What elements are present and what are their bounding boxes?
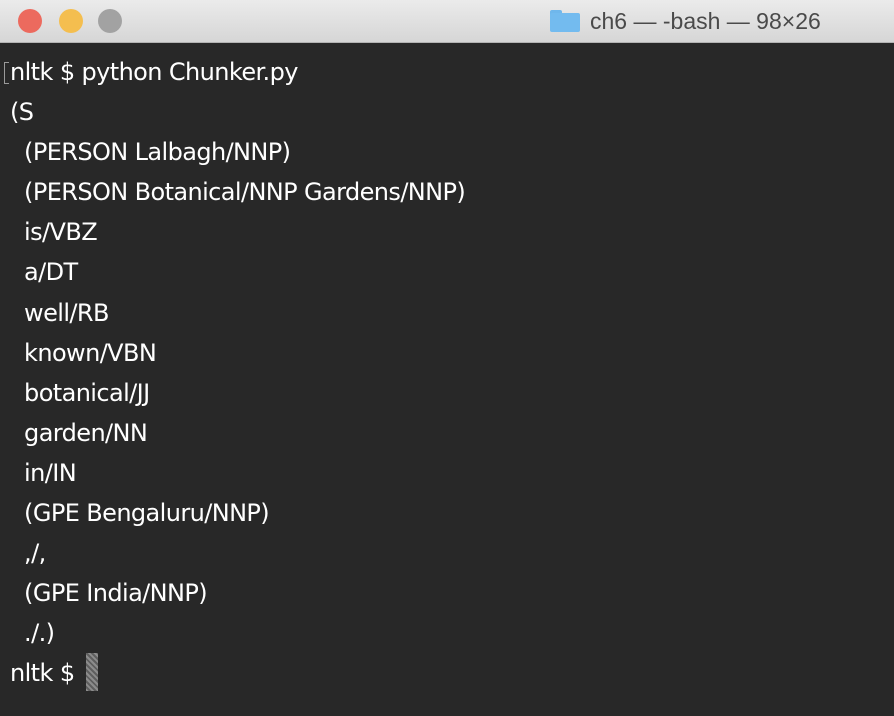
zoom-button[interactable] (98, 9, 122, 33)
terminal-line: in/IN (10, 458, 77, 487)
terminal-line: known/VBN (10, 338, 157, 367)
terminal-line: ,/, (10, 539, 46, 568)
terminal-line: nltk $ python Chunker.py (10, 58, 298, 86)
terminal-line: garden/NN (10, 418, 148, 447)
text-cursor (85, 653, 98, 692)
minimize-button[interactable] (59, 9, 83, 33)
terminal-line: is/VBZ (10, 218, 98, 247)
terminal-line: ./.) (10, 619, 55, 648)
terminal-line: well/RB (10, 298, 109, 327)
shell-prompt: nltk $ (10, 659, 82, 688)
window-title-group: ch6 — -bash — 98×26 (550, 6, 821, 36)
terminal-window: ch6 — -bash — 98×26 nltk $ python Chunke… (0, 0, 894, 716)
terminal-output[interactable]: nltk $ python Chunker.py (S (PERSON Lalb… (0, 52, 894, 712)
window-title: ch6 — -bash — 98×26 (590, 7, 821, 34)
terminal-line: (S (10, 98, 34, 127)
title-bar[interactable]: ch6 — -bash — 98×26 (0, 0, 894, 43)
close-button[interactable] (18, 9, 42, 33)
terminal-line: (GPE India/NNP) (10, 579, 208, 608)
terminal-line: (GPE Bengaluru/NNP) (10, 499, 270, 528)
terminal-line: (PERSON Botanical/NNP Gardens/NNP) (10, 178, 466, 207)
terminal-line: (PERSON Lalbagh/NNP) (10, 138, 291, 167)
terminal-line: a/DT (10, 258, 78, 287)
prompt-line[interactable]: nltk $ (10, 653, 894, 693)
folder-icon (550, 10, 580, 32)
terminal-line: botanical/JJ (10, 378, 150, 407)
